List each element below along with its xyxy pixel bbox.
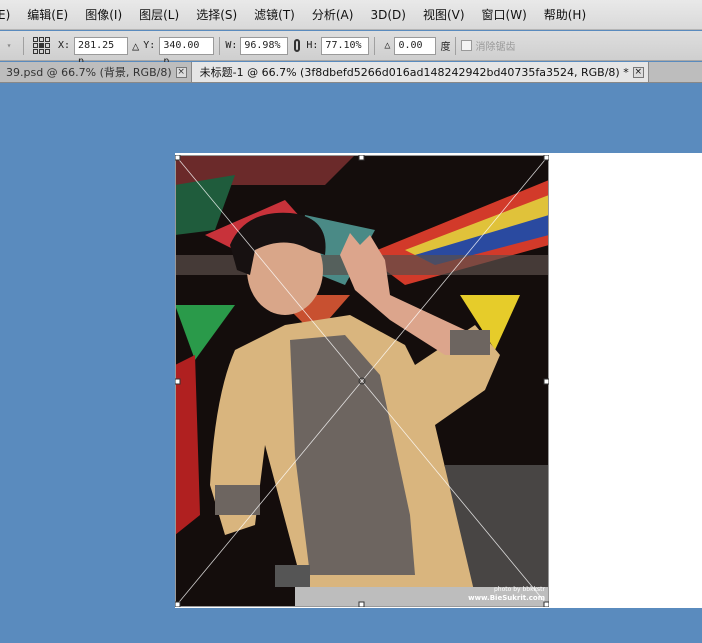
link-icon[interactable] bbox=[294, 39, 301, 52]
options-bar: ▾ X: 281.25 p △ Y: 340.00 p W: 96.98% H:… bbox=[0, 31, 702, 67]
close-icon[interactable]: × bbox=[175, 66, 187, 78]
handle-bottom[interactable] bbox=[358, 601, 365, 607]
handle-bottom-left[interactable] bbox=[175, 601, 181, 607]
divider bbox=[219, 36, 221, 55]
divider bbox=[23, 36, 24, 55]
tab-label: 39.psd @ 66.7% (背景, RGB/8) bbox=[6, 66, 172, 79]
y-label: Y: bbox=[143, 40, 156, 51]
y-field[interactable]: 340.00 p bbox=[159, 36, 215, 67]
w-label: W: bbox=[225, 40, 238, 51]
tool-preset-dropdown[interactable]: ▾ bbox=[0, 41, 18, 50]
x-label: X: bbox=[58, 40, 71, 51]
watermark-line2: www.BieSukrit.com bbox=[468, 594, 545, 602]
handle-bottom-right[interactable] bbox=[543, 601, 549, 607]
document-tabs: 39.psd @ 66.7% (背景, RGB/8) × 未标题-1 @ 66.7… bbox=[0, 62, 702, 83]
tab-39-psd[interactable]: 39.psd @ 66.7% (背景, RGB/8) × bbox=[0, 62, 192, 82]
height-field[interactable]: 77.10% bbox=[321, 36, 370, 55]
menu-file[interactable]: E) bbox=[0, 8, 10, 22]
relative-position-icon[interactable]: △ bbox=[132, 39, 139, 53]
divider bbox=[374, 36, 376, 55]
tab-label: 未标题-1 @ 66.7% (3f8dbefd5266d016ad1482429… bbox=[199, 66, 629, 79]
handle-left[interactable] bbox=[175, 378, 181, 385]
handle-right[interactable] bbox=[543, 378, 549, 385]
tab-untitled-1[interactable]: 未标题-1 @ 66.7% (3f8dbefd5266d016ad1482429… bbox=[191, 62, 649, 82]
menu-view[interactable]: 视图(V) bbox=[423, 6, 465, 23]
menu-image[interactable]: 图像(I) bbox=[85, 6, 122, 23]
x-field[interactable]: 281.25 p bbox=[74, 36, 129, 67]
menu-bar: E) 编辑(E) 图像(I) 图层(L) 选择(S) 滤镜(T) 分析(A) 3… bbox=[0, 0, 702, 30]
menu-help[interactable]: 帮助(H) bbox=[544, 6, 586, 23]
watermark-line1: photo by bbkkstr bbox=[494, 586, 546, 593]
close-icon[interactable]: × bbox=[632, 66, 644, 78]
width-field[interactable]: 96.98% bbox=[240, 36, 289, 55]
handle-top-left[interactable] bbox=[175, 155, 181, 161]
angle-field[interactable]: 0.00 bbox=[394, 36, 437, 55]
menu-window[interactable]: 窗口(W) bbox=[482, 6, 527, 23]
handle-top-right[interactable] bbox=[543, 155, 549, 161]
antialias-label: 消除锯齿 bbox=[475, 42, 516, 53]
menu-layer[interactable]: 图层(L) bbox=[139, 6, 179, 23]
angle-icon: △ bbox=[384, 40, 391, 51]
watch-icon bbox=[275, 565, 310, 587]
transformed-photo-layer[interactable]: photo by bbkkstr www.BieSukrit.com bbox=[175, 155, 549, 607]
handle-top[interactable] bbox=[358, 155, 365, 161]
menu-analysis[interactable]: 分析(A) bbox=[312, 6, 354, 23]
divider bbox=[455, 36, 457, 55]
menu-filter[interactable]: 滤镜(T) bbox=[254, 6, 295, 23]
reference-point-grid-icon[interactable] bbox=[33, 37, 50, 54]
antialias-checkbox[interactable] bbox=[461, 40, 473, 51]
h-label: H: bbox=[306, 40, 319, 51]
menu-3d[interactable]: 3D(D) bbox=[370, 8, 405, 22]
angle-unit: 度 bbox=[440, 42, 451, 53]
menu-select[interactable]: 选择(S) bbox=[196, 6, 237, 23]
menu-edit[interactable]: 编辑(E) bbox=[27, 6, 68, 23]
